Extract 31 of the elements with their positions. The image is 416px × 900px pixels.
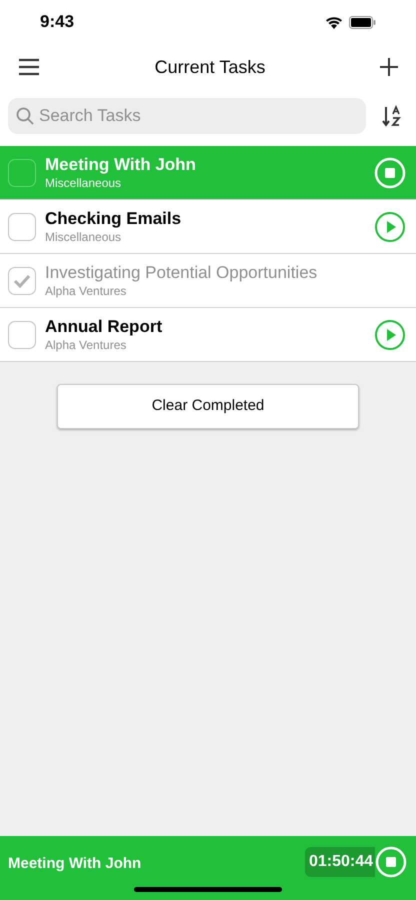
stop-icon[interactable] [374,156,406,188]
battery-icon [349,16,376,28]
elapsed-time: 01:50:44 [304,847,375,877]
menu-icon[interactable] [18,58,40,76]
nav-title: Current Tasks [154,56,266,78]
wifi-icon [325,16,343,28]
search-field[interactable]: Search Tasks [8,98,366,134]
status-time: 9:43 [40,11,74,34]
task-checkbox[interactable] [8,320,36,348]
task-title: Annual Report [45,316,164,338]
task-row[interactable]: Checking Emails Miscellaneous [0,200,416,254]
task-title: Checking Emails [45,208,182,230]
play-icon[interactable] [374,210,406,242]
sort-icon[interactable] [382,105,402,127]
task-checkbox[interactable] [8,266,36,294]
task-category: Miscellaneous [45,176,122,191]
play-icon[interactable] [374,318,406,350]
search-icon [16,107,34,125]
task-category: Miscellaneous [45,230,122,245]
task-checkbox[interactable] [8,158,36,186]
task-category: Alpha Ventures [45,338,128,353]
task-title: Investigating Potential Opportunities [45,262,318,284]
stop-icon[interactable] [375,846,407,878]
timer-task-title: Meeting With John [8,854,142,874]
task-row[interactable]: Annual Report Alpha Ventures [0,308,416,362]
task-category: Alpha Ventures [45,284,128,299]
task-checkbox[interactable] [8,212,36,240]
task-title: Meeting With John [45,154,197,176]
checkmark-icon [13,274,31,288]
clear-completed-button[interactable]: Clear Completed [57,384,359,429]
add-icon[interactable] [380,58,398,76]
